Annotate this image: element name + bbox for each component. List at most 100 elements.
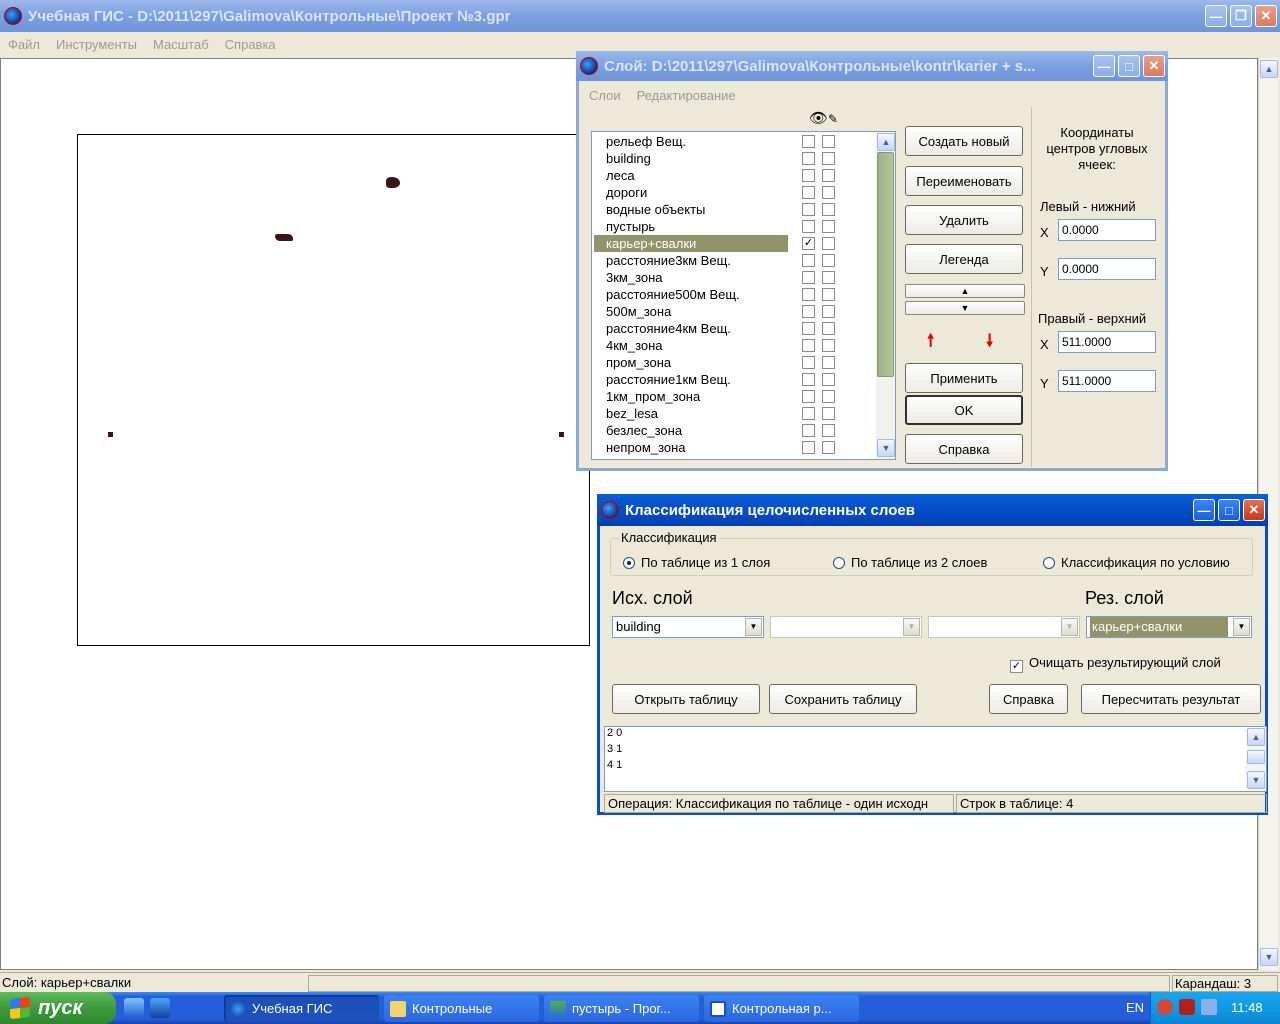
result-layer-select[interactable]: карьер+свалки ▼ [1086,616,1252,638]
layer-editable-checkbox[interactable] [822,305,835,318]
scroll-thumb[interactable] [877,152,894,377]
menu-help[interactable]: Справка [217,37,284,52]
recalculate-button[interactable]: Пересчитать результат [1081,684,1261,714]
quicklaunch-explorer-icon[interactable] [124,998,144,1018]
layer-row[interactable]: водные объекты [592,201,876,218]
classification-table-editor[interactable]: 2 0 3 1 4 1 ▲ ▼ [604,726,1267,792]
chevron-down-icon[interactable]: ▼ [745,618,762,636]
ll-y-input[interactable]: 0.0000 [1058,258,1156,280]
maximize-button[interactable]: □ [1218,499,1240,521]
layer-editable-checkbox[interactable] [822,135,835,148]
map-raster[interactable] [77,134,590,646]
delete-layer-button[interactable]: Удалить [905,205,1023,235]
source-layer-2-select[interactable]: ▼ [770,616,922,638]
red-up-arrow-icon[interactable]: 🠕 [927,328,934,357]
task-word[interactable]: Контрольная р... [704,995,859,1022]
layer-visible-checkbox[interactable] [802,186,815,199]
layer-visible-checkbox[interactable] [802,424,815,437]
layer-editable-checkbox[interactable] [822,322,835,335]
network-icon[interactable] [1201,999,1217,1015]
layer-editable-checkbox[interactable] [822,254,835,267]
red-down-arrow-icon[interactable]: 🠗 [986,328,993,357]
layer-visible-checkbox[interactable] [802,390,815,403]
scroll-down-button[interactable]: ▼ [877,439,895,457]
source-layer-3-select[interactable]: ▼ [928,616,1080,638]
layer-editable-checkbox[interactable] [822,288,835,301]
layer-visible-checkbox[interactable] [802,203,815,216]
layer-row[interactable]: леса [592,167,876,184]
layer-editable-checkbox[interactable] [822,237,835,250]
create-layer-button[interactable]: Создать новый [905,126,1023,156]
layer-visible-checkbox[interactable] [802,441,815,454]
layer-editable-checkbox[interactable] [822,356,835,369]
layer-row[interactable]: непром_зона [592,439,876,456]
restore-button[interactable]: ❐ [1230,5,1252,27]
checkbox-box[interactable]: ✓ [1010,660,1023,673]
layer-visible-checkbox[interactable] [802,220,815,233]
scroll-up-button[interactable]: ▲ [1247,728,1265,746]
clear-result-checkbox[interactable]: ✓ Очищать результирующий слой [1010,655,1221,673]
menu-layers[interactable]: Слои [581,88,629,103]
layer-row[interactable]: 4км_зона [592,337,876,354]
task-folder[interactable]: Контрольные [384,995,539,1022]
layer-visible-checkbox[interactable] [802,135,815,148]
scroll-thumb[interactable] [1247,750,1265,764]
layer-row[interactable]: пустырь [592,218,876,235]
chevron-down-icon[interactable]: ▼ [1233,618,1250,636]
task-gis[interactable]: Учебная ГИС [224,995,379,1022]
source-layer-select[interactable]: building ▼ [612,616,764,638]
chevron-down-icon[interactable]: ▼ [1061,618,1078,636]
layer-editable-checkbox[interactable] [822,424,835,437]
layer-row[interactable]: дороги [592,184,876,201]
minimize-button[interactable]: — [1205,5,1227,27]
layer-editable-checkbox[interactable] [822,169,835,182]
layer-row[interactable]: расстояние500м Вещ. [592,286,876,303]
legend-button[interactable]: Легенда [905,244,1023,274]
rename-layer-button[interactable]: Переименовать [905,166,1023,196]
layer-visible-checkbox[interactable] [802,271,815,284]
task-image-viewer[interactable]: пустырь - Прог... [544,995,699,1022]
ok-button[interactable]: OK [905,395,1023,425]
radio-table-two-layers[interactable]: По таблице из 2 слоев [833,555,987,570]
start-button[interactable]: пуск [0,992,116,1024]
scroll-up-button[interactable]: ▲ [877,133,895,151]
open-table-button[interactable]: Открыть таблицу [612,684,760,714]
menu-editing[interactable]: Редактирование [629,88,744,103]
layer-row[interactable]: 3км_зона [592,269,876,286]
move-up-small-button[interactable]: ▲ [905,284,1025,298]
layer-editable-checkbox[interactable] [822,407,835,420]
layer-editable-checkbox[interactable] [822,390,835,403]
ll-x-input[interactable]: 0.0000 [1058,219,1156,241]
layer-editable-checkbox[interactable] [822,373,835,386]
layer-row[interactable]: безлес_зона [592,422,876,439]
layer-visible-checkbox[interactable] [802,407,815,420]
layer-row[interactable]: bez_lesa [592,405,876,422]
close-button[interactable]: ✕ [1243,499,1265,521]
ur-y-input[interactable]: 511.0000 [1058,370,1156,392]
layer-editable-checkbox[interactable] [822,186,835,199]
radio-table-one-layer[interactable]: По таблице из 1 слоя [623,555,770,570]
layer-visible-checkbox[interactable] [802,305,815,318]
classification-titlebar[interactable]: Классификация целочисленных слоев — □ ✕ [597,494,1268,526]
menu-file[interactable]: Файл [0,37,48,52]
radio-by-condition[interactable]: Классификация по условию [1043,555,1230,570]
layer-visible-checkbox[interactable] [802,339,815,352]
maximize-button[interactable]: □ [1118,55,1140,77]
scroll-up-button[interactable]: ▲ [1260,60,1278,78]
help-button[interactable]: Справка [905,434,1023,464]
class-help-button[interactable]: Справка [989,684,1068,714]
chevron-down-icon[interactable]: ▼ [903,618,920,636]
layer-visible-checkbox[interactable] [802,322,815,335]
layer-visible-checkbox[interactable] [802,152,815,165]
antivirus-shield-icon[interactable] [1179,999,1195,1015]
move-down-small-button[interactable]: ▼ [905,301,1025,315]
layer-row[interactable]: 500м_зона [592,303,876,320]
menu-tools[interactable]: Инструменты [48,37,145,52]
menu-scale[interactable]: Масштаб [145,37,217,52]
layer-editable-checkbox[interactable] [822,339,835,352]
layer-editable-checkbox[interactable] [822,203,835,216]
layer-row[interactable]: расстояние4км Вещ. [592,320,876,337]
layer-visible-checkbox[interactable] [802,373,815,386]
layer-editable-checkbox[interactable] [822,271,835,284]
layer-row[interactable]: расстояние3км Вещ. [592,252,876,269]
